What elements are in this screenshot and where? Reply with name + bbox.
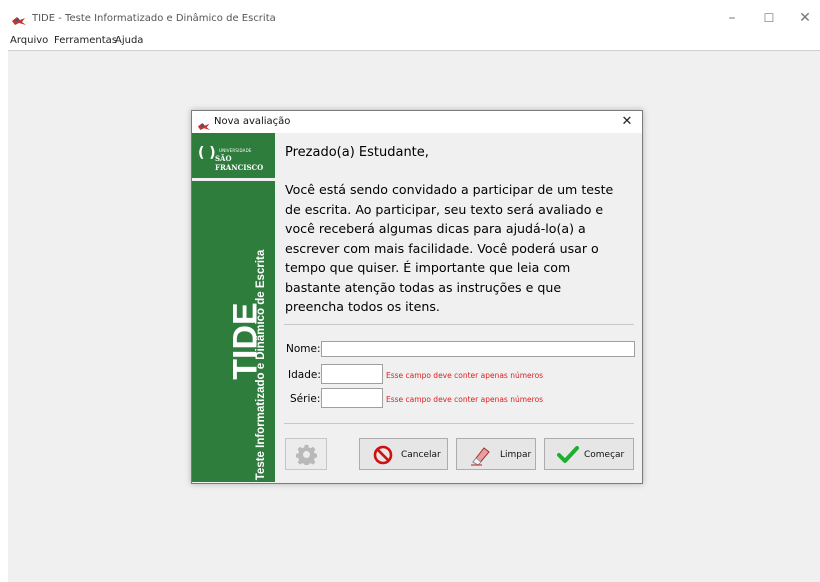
grade-label: Série: (290, 393, 321, 405)
window-close-button[interactable]: ✕ (787, 8, 820, 28)
cancel-label: Cancelar (401, 450, 441, 460)
message-line: você receberá algumas dicas para ajudá-l… (285, 221, 586, 236)
clear-button[interactable]: Limpar (456, 438, 536, 470)
menu-ferramentas[interactable]: Ferramentas (54, 35, 117, 46)
brand-sidebar: TIDE Teste Informatizado e Dinâmico de E… (192, 181, 275, 482)
eraser-icon (470, 444, 492, 469)
university-logo: ( ) UNIVERSIDADE SÃO FRANCISCO (192, 133, 275, 178)
message-line: escrever com mais facilidade. Você poder… (285, 240, 599, 256)
checkmark-icon (557, 446, 579, 467)
dialog-title: Nova avaliação (214, 116, 291, 127)
logo-line1: UNIVERSIDADE (219, 148, 252, 153)
window-title: TIDE - Teste Informatizado e Dinâmico de… (32, 13, 276, 24)
greeting-text: Prezado(a) Estudante, (285, 145, 429, 160)
message-line: de escrita. Ao participar, seu texto ser… (285, 201, 604, 217)
message-line: preencha todos os itens. (285, 299, 440, 314)
clear-label: Limpar (500, 450, 532, 460)
dialog-close-button[interactable]: ✕ (618, 113, 636, 131)
university-mark-icon: ( ) (198, 145, 216, 161)
start-button[interactable]: Começar (544, 438, 634, 470)
new-evaluation-dialog: Nova avaliação ✕ ( ) UNIVERSIDADE SÃO FR… (191, 110, 643, 484)
age-label: Idade: (288, 369, 321, 381)
grade-input[interactable] (321, 388, 383, 408)
message-line: Você está sendo convidado a participar d… (285, 182, 614, 197)
start-label: Começar (584, 450, 625, 460)
dialog-titlebar: Nova avaliação ✕ (192, 111, 642, 133)
menu-ajuda[interactable]: Ajuda (115, 35, 143, 46)
name-input[interactable] (321, 341, 635, 357)
grade-error: Esse campo deve conter apenas números (386, 395, 544, 404)
invitation-message: Você está sendo convidado a participar d… (285, 180, 635, 317)
settings-button[interactable] (285, 438, 327, 470)
maximize-button[interactable]: ☐ (751, 8, 787, 28)
age-input[interactable] (321, 364, 383, 384)
app-bird-icon (11, 11, 27, 30)
menu-arquivo[interactable]: Arquivo (10, 35, 48, 46)
window-titlebar: TIDE - Teste Informatizado e Dinâmico de… (0, 0, 820, 32)
brand-subtitle-wrap: Teste Informatizado e Dinâmico de Escrit… (254, 179, 268, 551)
brand-subtitle: Teste Informatizado e Dinâmico de Escrit… (255, 249, 267, 481)
message-line: tempo que quiser. É importante que leia … (285, 260, 571, 275)
age-error: Esse campo deve conter apenas números (386, 371, 544, 380)
logo-line2: SÃO FRANCISCO (215, 154, 264, 172)
cancel-icon (373, 445, 393, 468)
separator-bottom (284, 423, 634, 424)
name-label: Nome: (286, 343, 321, 355)
separator-top (284, 324, 634, 325)
message-line: bastante atenção todas as instruções e q… (285, 279, 562, 295)
gear-icon (295, 444, 318, 468)
minimize-button[interactable]: – (714, 8, 750, 28)
cancel-button[interactable]: Cancelar (359, 438, 448, 470)
menu-bar: Arquivo Ferramentas Ajuda (0, 32, 820, 50)
